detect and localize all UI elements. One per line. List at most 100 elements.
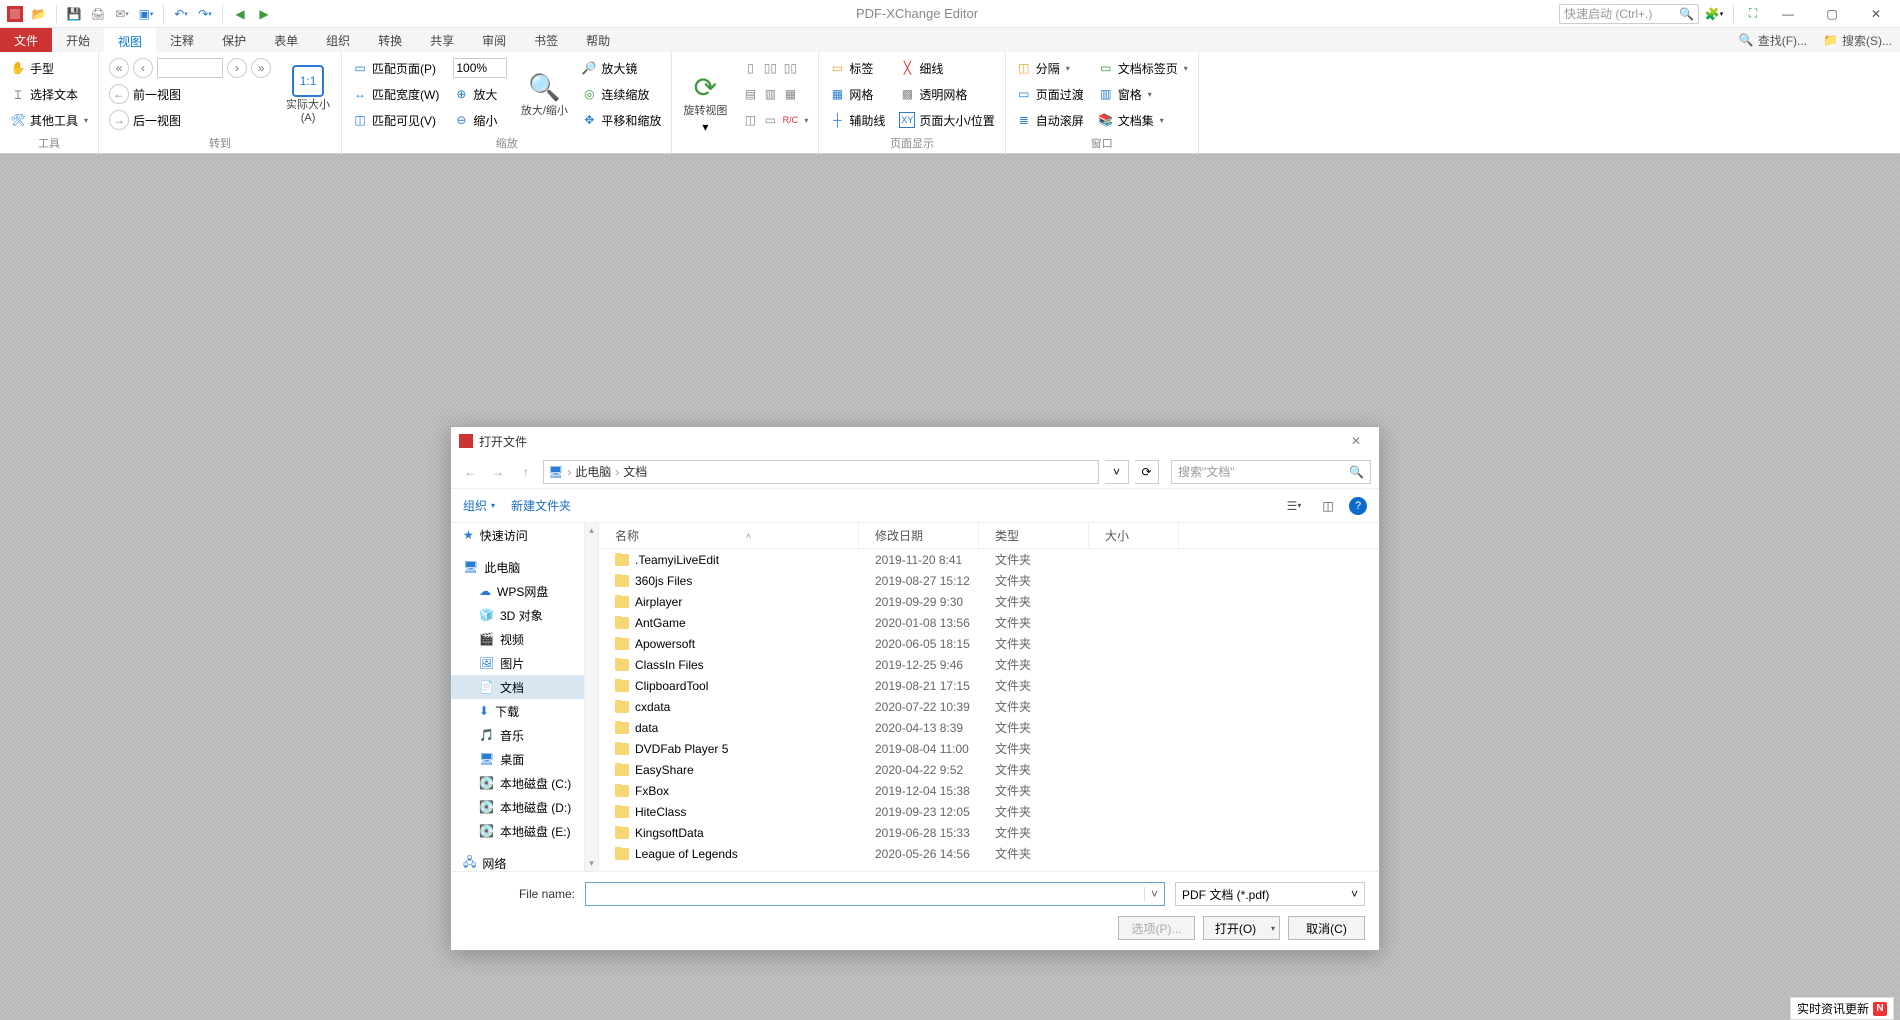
list-item[interactable]: Airplayer2019-09-29 9:30文件夹 (599, 591, 1379, 612)
tree-item[interactable]: ☁WPS网盘 (451, 579, 598, 603)
list-item[interactable]: Apowersoft2020-06-05 18:15文件夹 (599, 633, 1379, 654)
list-item[interactable]: cxdata2020-07-22 10:39文件夹 (599, 696, 1379, 717)
redo-icon[interactable]: ↷▾ (194, 3, 216, 25)
tab-file[interactable]: 文件 (0, 28, 52, 52)
tree-item[interactable]: 💽本地磁盘 (E:) (451, 819, 598, 843)
page-size-pos[interactable]: XY页面大小/位置 (895, 108, 998, 132)
zoom-in-out[interactable]: 🔍 放大/缩小 (517, 56, 571, 133)
tree-network[interactable]: 🖧网络 (451, 851, 598, 871)
list-item[interactable]: League of Legends2020-05-26 14:56文件夹 (599, 843, 1379, 864)
prev-view[interactable]: ←前一视图 (105, 82, 275, 106)
tab-10[interactable]: 帮助 (572, 28, 624, 52)
tree-scrollbar[interactable]: ▴▾ (584, 523, 598, 871)
auto-scroll[interactable]: ≣自动滚屏 (1012, 108, 1088, 132)
col-date[interactable]: 修改日期 (859, 523, 979, 548)
view-mode-icon[interactable]: ☰ ▾ (1281, 495, 1307, 517)
file-list[interactable]: 名称˄ 修改日期 类型 大小 .TeamyiLiveEdit2019-11-20… (599, 523, 1379, 871)
tab-2[interactable]: 注释 (156, 28, 208, 52)
news-status[interactable]: 实时资讯更新 N (1790, 997, 1894, 1020)
crumb-dropdown-icon[interactable]: ˅ (1105, 460, 1129, 484)
rotate-view[interactable]: ⟳ 旋转视图▾ (678, 56, 732, 149)
tab-8[interactable]: 审阅 (468, 28, 520, 52)
layout-single[interactable]: ▯▯▯▯▯ (738, 56, 812, 80)
show-tabs[interactable]: ▭标签 (825, 56, 889, 80)
thin-lines[interactable]: ╳细线 (895, 56, 998, 80)
portfolio[interactable]: 📚文档集▾ (1094, 108, 1192, 132)
breadcrumb[interactable]: 🖥 › 此电脑 › 文档 (543, 460, 1099, 484)
next-view[interactable]: →后一视图 (105, 108, 275, 132)
prev-page-icon[interactable]: ‹ (133, 58, 153, 78)
other-tools[interactable]: 🛠其他工具▾ (6, 108, 92, 132)
options-button[interactable]: 选项(P)... (1118, 916, 1195, 940)
tab-4[interactable]: 表单 (260, 28, 312, 52)
pan-zoom[interactable]: ✥平移和缩放 (577, 108, 665, 132)
save-icon[interactable]: 💾 (63, 3, 85, 25)
col-name[interactable]: 名称˄ (599, 523, 859, 548)
show-guides[interactable]: ┼辅助线 (825, 108, 889, 132)
tree-this-pc[interactable]: 🖥此电脑 (451, 555, 598, 579)
nav-up-button[interactable]: ↑ (515, 461, 537, 483)
undo-icon[interactable]: ↶▾ (170, 3, 192, 25)
fit-width[interactable]: ↔匹配宽度(W) (348, 82, 443, 106)
list-item[interactable]: DVDFab Player 52019-08-04 11:00文件夹 (599, 738, 1379, 759)
list-item[interactable]: FxBox2019-12-04 15:38文件夹 (599, 780, 1379, 801)
print-icon[interactable]: 🖨 (87, 3, 109, 25)
tree-item[interactable]: ⬇下载 (451, 699, 598, 723)
scan-icon[interactable]: ▣▾ (135, 3, 157, 25)
tree-item[interactable]: 🎵音乐 (451, 723, 598, 747)
preview-pane-icon[interactable]: ◫ (1315, 495, 1341, 517)
chevron-down-icon[interactable]: ˅ (1144, 887, 1164, 901)
file-name-input[interactable]: ˅ (585, 882, 1165, 906)
fullscreen-icon[interactable]: ⛶ (1742, 3, 1764, 25)
list-item[interactable]: data2020-04-13 8:39文件夹 (599, 717, 1379, 738)
cancel-button[interactable]: 取消(C) (1288, 916, 1365, 940)
list-item[interactable]: 360js Files2019-08-27 15:12文件夹 (599, 570, 1379, 591)
doc-tabs[interactable]: ▭文档标签页▾ (1094, 56, 1192, 80)
tab-7[interactable]: 共享 (416, 28, 468, 52)
actual-size[interactable]: 1:1 实际大小(A) (281, 56, 335, 133)
organize-button[interactable]: 组织 ▾ (463, 497, 495, 514)
split[interactable]: ◫分隔▾ (1012, 56, 1088, 80)
tree-item[interactable]: 🖥桌面 (451, 747, 598, 771)
panes[interactable]: ▥窗格▾ (1094, 82, 1192, 106)
list-item[interactable]: ClipboardTool2019-08-21 17:15文件夹 (599, 675, 1379, 696)
quick-launch-input[interactable]: 快速启动 (Ctrl+.) 🔍 (1559, 4, 1699, 24)
loupe[interactable]: 🔎放大镜 (577, 56, 665, 80)
zoom-in[interactable]: ⊕放大 (449, 82, 511, 106)
list-item[interactable]: EasyShare2020-04-22 9:52文件夹 (599, 759, 1379, 780)
mail-icon[interactable]: ✉▾ (111, 3, 133, 25)
tree-item[interactable]: 💽本地磁盘 (C:) (451, 771, 598, 795)
hand-tool[interactable]: ✋手型 (6, 56, 92, 80)
next-page-icon[interactable]: › (227, 58, 247, 78)
col-size[interactable]: 大小 (1089, 523, 1179, 548)
tab-6[interactable]: 转换 (364, 28, 416, 52)
file-type-select[interactable]: PDF 文档 (*.pdf)˅ (1175, 882, 1365, 906)
show-grid[interactable]: ▦网格 (825, 82, 889, 106)
zoom-level-input[interactable] (453, 58, 507, 78)
tab-9[interactable]: 书签 (520, 28, 572, 52)
col-type[interactable]: 类型 (979, 523, 1089, 548)
list-item[interactable]: HiteClass2019-09-23 12:05文件夹 (599, 801, 1379, 822)
find-button[interactable]: 🔍查找(F)... (1731, 28, 1815, 52)
list-item[interactable]: .TeamyiLiveEdit2019-11-20 8:41文件夹 (599, 549, 1379, 570)
tree-item[interactable]: 🎬视频 (451, 627, 598, 651)
select-text-tool[interactable]: Ɪ选择文本 (6, 82, 92, 106)
open-button[interactable]: 打开(O) (1203, 916, 1280, 940)
zoom-out[interactable]: ⊖缩小 (449, 108, 511, 132)
dialog-close-icon[interactable]: ✕ (1341, 434, 1371, 448)
list-item[interactable]: ClassIn Files2019-12-25 9:46文件夹 (599, 654, 1379, 675)
minimize-button[interactable]: — (1768, 2, 1808, 26)
continuous-zoom[interactable]: ◎连续缩放 (577, 82, 665, 106)
ui-options-icon[interactable]: 🧩▾ (1703, 3, 1725, 25)
folder-tree[interactable]: ★快速访问 🖥此电脑 ☁WPS网盘🧊3D 对象🎬视频🖼图片📄文档⬇下载🎵音乐🖥桌… (451, 523, 599, 871)
tree-item[interactable]: 💽本地磁盘 (D:) (451, 795, 598, 819)
new-folder-button[interactable]: 新建文件夹 (511, 497, 571, 514)
tree-item[interactable]: 🖼图片 (451, 651, 598, 675)
page-number-input[interactable] (157, 58, 223, 78)
first-page-icon[interactable]: « (109, 58, 129, 78)
tree-item[interactable]: 📄文档 (451, 675, 598, 699)
tree-quick-access[interactable]: ★快速访问 (451, 523, 598, 547)
tab-3[interactable]: 保护 (208, 28, 260, 52)
layout-cont[interactable]: ▤▥▦ (738, 82, 812, 106)
page-transition[interactable]: ▭页面过渡 (1012, 82, 1088, 106)
